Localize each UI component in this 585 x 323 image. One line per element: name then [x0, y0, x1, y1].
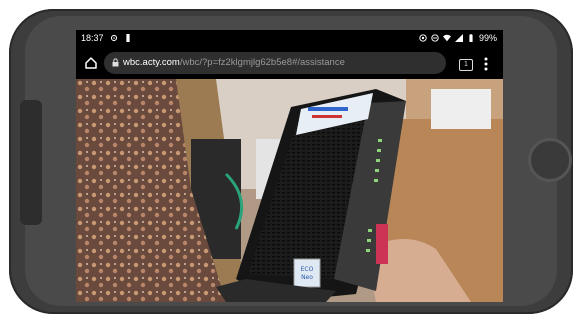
address-bar[interactable]: wbc.acty.com/wbc/?p=fz2klgmjlg62b5e8#/as…	[104, 52, 446, 74]
home-icon[interactable]	[84, 56, 98, 70]
camera-photo: ECO Neo	[76, 79, 503, 302]
wifi-icon	[442, 34, 451, 42]
record-icon	[419, 34, 427, 42]
gear-icon	[110, 34, 117, 42]
phone-screen: 18:37 99% wbc.acty.com/wbc/?p=fz2klgmjlg…	[76, 30, 503, 302]
eco-badge-line2: Neo	[301, 274, 313, 281]
url-path: /wbc/?p=fz2klgmjlg62b5e8#/assistance	[179, 57, 345, 68]
battery-small-icon	[125, 34, 130, 42]
tab-count: 1	[464, 61, 468, 68]
clock: 18:37	[81, 33, 104, 43]
battery-percent: 99%	[478, 33, 497, 43]
eco-badge-line1: ECO	[301, 266, 314, 273]
lock-icon	[112, 58, 119, 67]
more-options-icon[interactable]	[484, 57, 488, 71]
url-domain: wbc.acty.com	[123, 57, 180, 68]
battery-icon	[469, 34, 473, 42]
tab-switcher-button[interactable]: 1	[459, 59, 473, 71]
do-not-disturb-icon	[431, 34, 439, 42]
signal-icon	[454, 34, 463, 42]
home-button[interactable]	[528, 138, 572, 182]
status-bar: 18:37 99%	[76, 30, 503, 47]
browser-toolbar: wbc.acty.com/wbc/?p=fz2klgmjlg62b5e8#/as…	[76, 47, 503, 79]
side-button	[20, 100, 42, 225]
